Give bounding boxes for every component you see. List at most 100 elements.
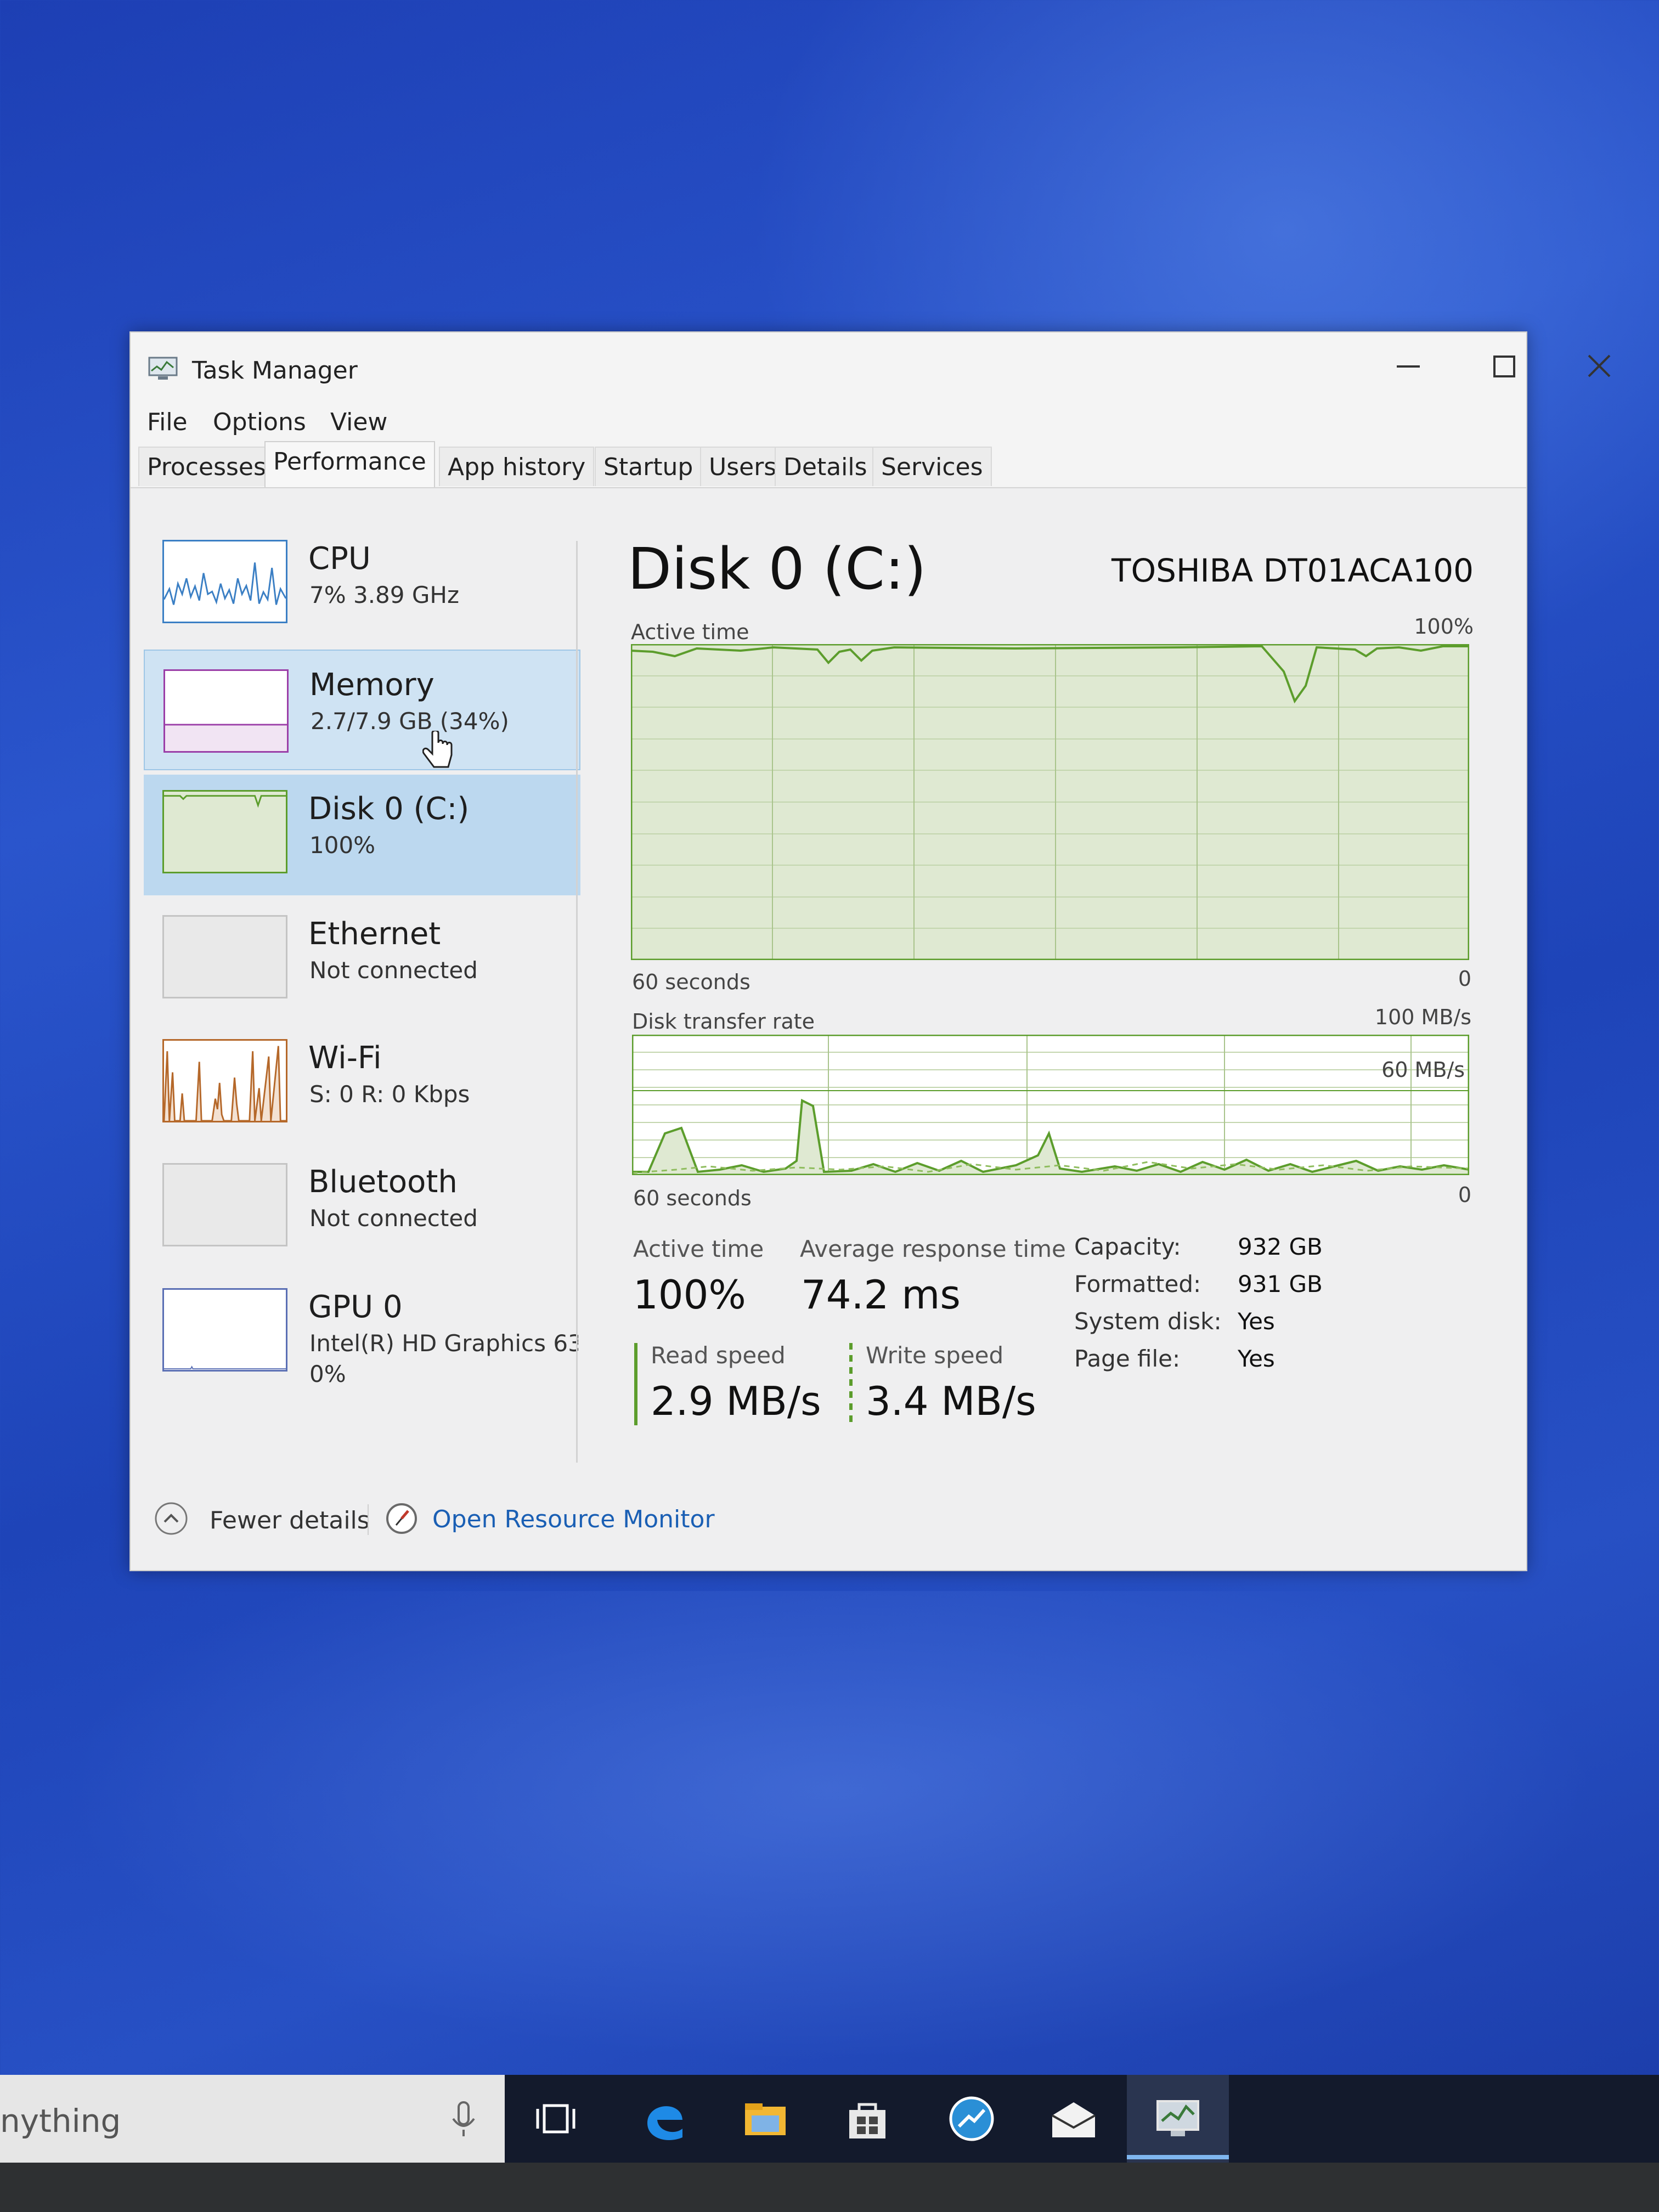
active-time-graph-max: 100%	[1414, 614, 1474, 639]
close-button[interactable]	[1564, 345, 1635, 388]
edge-icon[interactable]	[634, 2091, 695, 2146]
sidebar-divider[interactable]	[576, 541, 578, 1463]
hand-cursor-icon	[422, 731, 453, 768]
active-time-stat-label: Active time	[633, 1235, 764, 1262]
store-icon[interactable]	[837, 2091, 898, 2146]
bluetooth-label: Bluetooth	[308, 1164, 458, 1200]
transfer-rate-graph	[632, 1035, 1469, 1175]
menu-bar: File Options View	[131, 393, 1526, 437]
formatted-value: 931 GB	[1238, 1271, 1323, 1297]
cpu-usage-value: 7% 3.89 GHz	[309, 582, 460, 608]
tab-users[interactable]: Users	[700, 447, 786, 486]
bluetooth-status: Not connected	[309, 1205, 478, 1232]
wallpaper-light-bottom	[0, 1591, 1659, 2085]
chevron-up-circle-icon[interactable]	[154, 1501, 189, 1536]
write-speed-label: Write speed	[866, 1342, 1004, 1369]
gpu-label: GPU 0	[308, 1289, 403, 1325]
footer-separator	[368, 1504, 369, 1535]
wifi-label: Wi-Fi	[308, 1040, 382, 1076]
sidebar-item-memory[interactable]: Memory 2.7/7.9 GB (34%)	[144, 650, 580, 770]
gpu-thumbnail-graph	[162, 1288, 287, 1372]
active-time-graph	[631, 644, 1469, 960]
formatted-label: Formatted:	[1074, 1271, 1201, 1297]
active-app-indicator	[1127, 2155, 1229, 2159]
maximize-icon	[1493, 356, 1515, 377]
title-bar[interactable]: Task Manager	[131, 332, 1611, 393]
system-disk-label: System disk:	[1074, 1308, 1222, 1335]
open-resource-monitor-link[interactable]: Open Resource Monitor	[432, 1505, 715, 1533]
tab-processes[interactable]: Processes	[138, 447, 275, 486]
minimize-button[interactable]	[1374, 345, 1445, 388]
tab-performance[interactable]: Performance	[264, 441, 435, 487]
tab-services[interactable]: Services	[872, 447, 992, 486]
sidebar-item-cpu[interactable]: CPU 7% 3.89 GHz	[144, 524, 580, 645]
page-file-value: Yes	[1238, 1345, 1275, 1372]
ethernet-label: Ethernet	[308, 916, 441, 952]
memory-thumbnail-graph	[163, 669, 289, 753]
sidebar-item-disk[interactable]: Disk 0 (C:) 100%	[144, 775, 580, 895]
read-speed-indicator	[634, 1343, 637, 1425]
network-app-icon[interactable]	[941, 2091, 1002, 2146]
active-time-graph-label: Active time	[631, 620, 749, 644]
monitor-bezel	[0, 2163, 1659, 2212]
read-speed-label: Read speed	[651, 1342, 786, 1369]
page-file-label: Page file:	[1074, 1345, 1181, 1372]
fewer-details-link[interactable]: Fewer details	[210, 1506, 370, 1534]
gpu-usage-value: 0%	[309, 1361, 346, 1387]
disk-usage-value: 100%	[309, 832, 376, 859]
disk-panel-title: Disk 0 (C:)	[628, 535, 927, 602]
task-manager-app-icon	[148, 357, 178, 380]
transfer-rate-graph-timespan: 60 seconds	[633, 1186, 752, 1210]
active-time-stat-value: 100%	[633, 1272, 746, 1318]
sidebar-item-gpu[interactable]: GPU 0 Intel(R) HD Graphics 630 0%	[144, 1273, 580, 1393]
capacity-label: Capacity:	[1074, 1233, 1181, 1260]
bluetooth-thumbnail-graph	[162, 1163, 287, 1246]
transfer-rate-graph-min: 0	[1458, 1183, 1471, 1207]
capacity-value: 932 GB	[1238, 1233, 1323, 1260]
menu-view[interactable]: View	[330, 408, 387, 436]
tab-app-history[interactable]: App history	[439, 447, 595, 486]
microphone-icon[interactable]	[433, 2091, 494, 2146]
write-speed-indicator	[849, 1343, 853, 1425]
avg-response-time-label: Average response time	[800, 1235, 1066, 1262]
resource-monitor-icon	[386, 1503, 417, 1534]
memory-usage-value: 2.7/7.9 GB (34%)	[311, 708, 509, 735]
disk-label: Disk 0 (C:)	[308, 791, 470, 827]
transfer-rate-graph-label: Disk transfer rate	[632, 1009, 815, 1034]
ethernet-status: Not connected	[309, 957, 478, 984]
task-manager-window: Task Manager File Options View Processes…	[129, 331, 1611, 1571]
file-explorer-icon[interactable]	[735, 2091, 795, 2146]
minimize-icon	[1397, 365, 1420, 368]
active-time-graph-timespan: 60 seconds	[632, 970, 751, 994]
maximize-button[interactable]	[1469, 345, 1541, 388]
close-icon	[1588, 354, 1611, 377]
memory-label: Memory	[309, 667, 435, 703]
tab-details[interactable]: Details	[775, 447, 876, 486]
cpu-label: CPU	[308, 541, 371, 577]
transfer-rate-graph-max: 100 MB/s	[1374, 1005, 1471, 1029]
mail-icon[interactable]	[1043, 2091, 1104, 2146]
transfer-rate-graph-mid: 60 MB/s	[1381, 1058, 1465, 1082]
menu-file[interactable]: File	[147, 408, 188, 436]
active-time-graph-min: 0	[1458, 967, 1471, 991]
disk-thumbnail-graph	[162, 790, 287, 873]
sidebar-item-wifi[interactable]: Wi-Fi S: 0 R: 0 Kbps	[144, 1024, 580, 1144]
search-box-text: nything	[0, 2102, 121, 2140]
avg-response-time-value: 74.2 ms	[801, 1272, 961, 1318]
system-disk-value: Yes	[1238, 1308, 1275, 1335]
wifi-thumbnail-graph	[162, 1039, 287, 1122]
cpu-thumbnail-graph	[162, 540, 287, 623]
disk-model-name: TOSHIBA DT01ACA100	[1111, 552, 1474, 589]
sidebar-item-ethernet[interactable]: Ethernet Not connected	[144, 900, 580, 1020]
sidebar-item-bluetooth[interactable]: Bluetooth Not connected	[144, 1148, 580, 1268]
tab-startup[interactable]: Startup	[595, 447, 702, 486]
menu-options[interactable]: Options	[213, 408, 306, 436]
task-manager-icon	[1156, 2100, 1199, 2136]
wifi-throughput: S: 0 R: 0 Kbps	[309, 1081, 470, 1108]
ethernet-thumbnail-graph	[162, 915, 287, 998]
window-title: Task Manager	[192, 357, 358, 385]
write-speed-value: 3.4 MB/s	[866, 1378, 1036, 1424]
gpu-model: Intel(R) HD Graphics 630	[309, 1330, 578, 1357]
task-view-icon[interactable]	[526, 2091, 586, 2146]
tab-bar: Processes Performance App history Startu…	[131, 437, 1526, 488]
